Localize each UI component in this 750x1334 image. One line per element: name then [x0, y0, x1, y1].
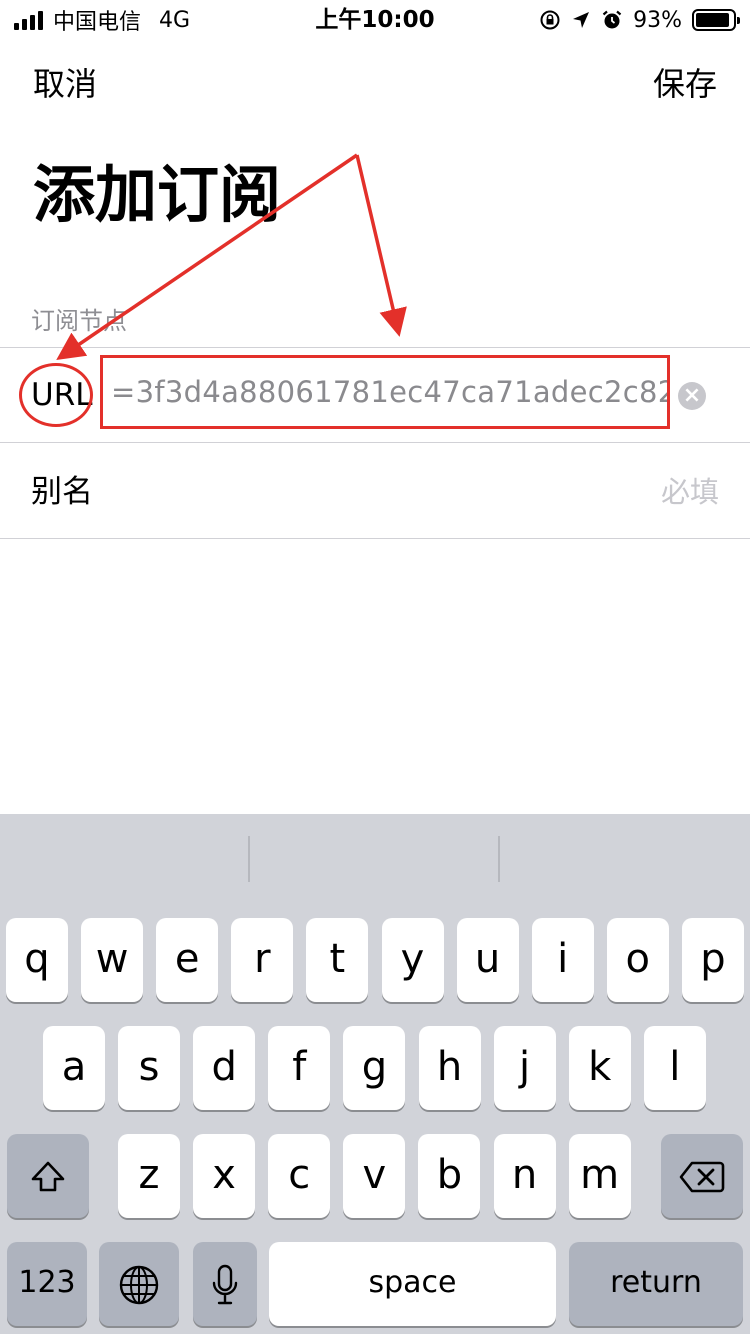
key-y[interactable]: y [381, 918, 444, 1002]
prediction-separator [248, 836, 250, 882]
key-r[interactable]: r [231, 918, 294, 1002]
key-l[interactable]: l [643, 1026, 706, 1110]
backspace-icon [679, 1161, 725, 1193]
key-o[interactable]: o [606, 918, 669, 1002]
key-p[interactable]: p [681, 918, 744, 1002]
key-a[interactable]: a [43, 1026, 105, 1110]
annotation-arrow-left [56, 153, 358, 360]
key-k[interactable]: k [568, 1026, 631, 1110]
shift-key[interactable] [7, 1134, 89, 1218]
key-z[interactable]: z [118, 1134, 180, 1218]
key-s[interactable]: s [118, 1026, 181, 1110]
globe-key[interactable] [99, 1242, 179, 1326]
shift-icon [31, 1161, 65, 1192]
key-i[interactable]: i [531, 918, 594, 1002]
key-v[interactable]: v [343, 1134, 406, 1218]
key-d[interactable]: d [193, 1026, 256, 1110]
key-q[interactable]: q [6, 918, 68, 1002]
microphone-icon [212, 1264, 238, 1305]
key-m[interactable]: m [568, 1134, 631, 1218]
microphone-key[interactable] [193, 1242, 257, 1326]
key-w[interactable]: w [81, 918, 144, 1002]
delete-key[interactable] [661, 1134, 743, 1218]
globe-icon [119, 1265, 159, 1305]
key-x[interactable]: x [193, 1134, 256, 1218]
annotation-arrow-right [355, 154, 407, 337]
key-e[interactable]: e [156, 918, 219, 1002]
key-c[interactable]: c [268, 1134, 331, 1218]
key-g[interactable]: g [343, 1026, 406, 1110]
annotation-arrows [56, 153, 407, 360]
key-f[interactable]: f [268, 1026, 331, 1110]
key-n[interactable]: n [493, 1134, 556, 1218]
key-j[interactable]: j [493, 1026, 556, 1110]
key-b[interactable]: b [418, 1134, 481, 1218]
prediction-separator [498, 836, 500, 882]
space-key[interactable]: space [269, 1242, 556, 1326]
key-h[interactable]: h [418, 1026, 481, 1110]
return-key[interactable]: return [569, 1242, 743, 1326]
numbers-key[interactable]: 123 [7, 1242, 87, 1326]
key-u[interactable]: u [456, 918, 519, 1002]
key-t[interactable]: t [306, 918, 369, 1002]
keyboard: 123 space return qwertyuiop asdfghjkl zxcv… [0, 814, 750, 1334]
